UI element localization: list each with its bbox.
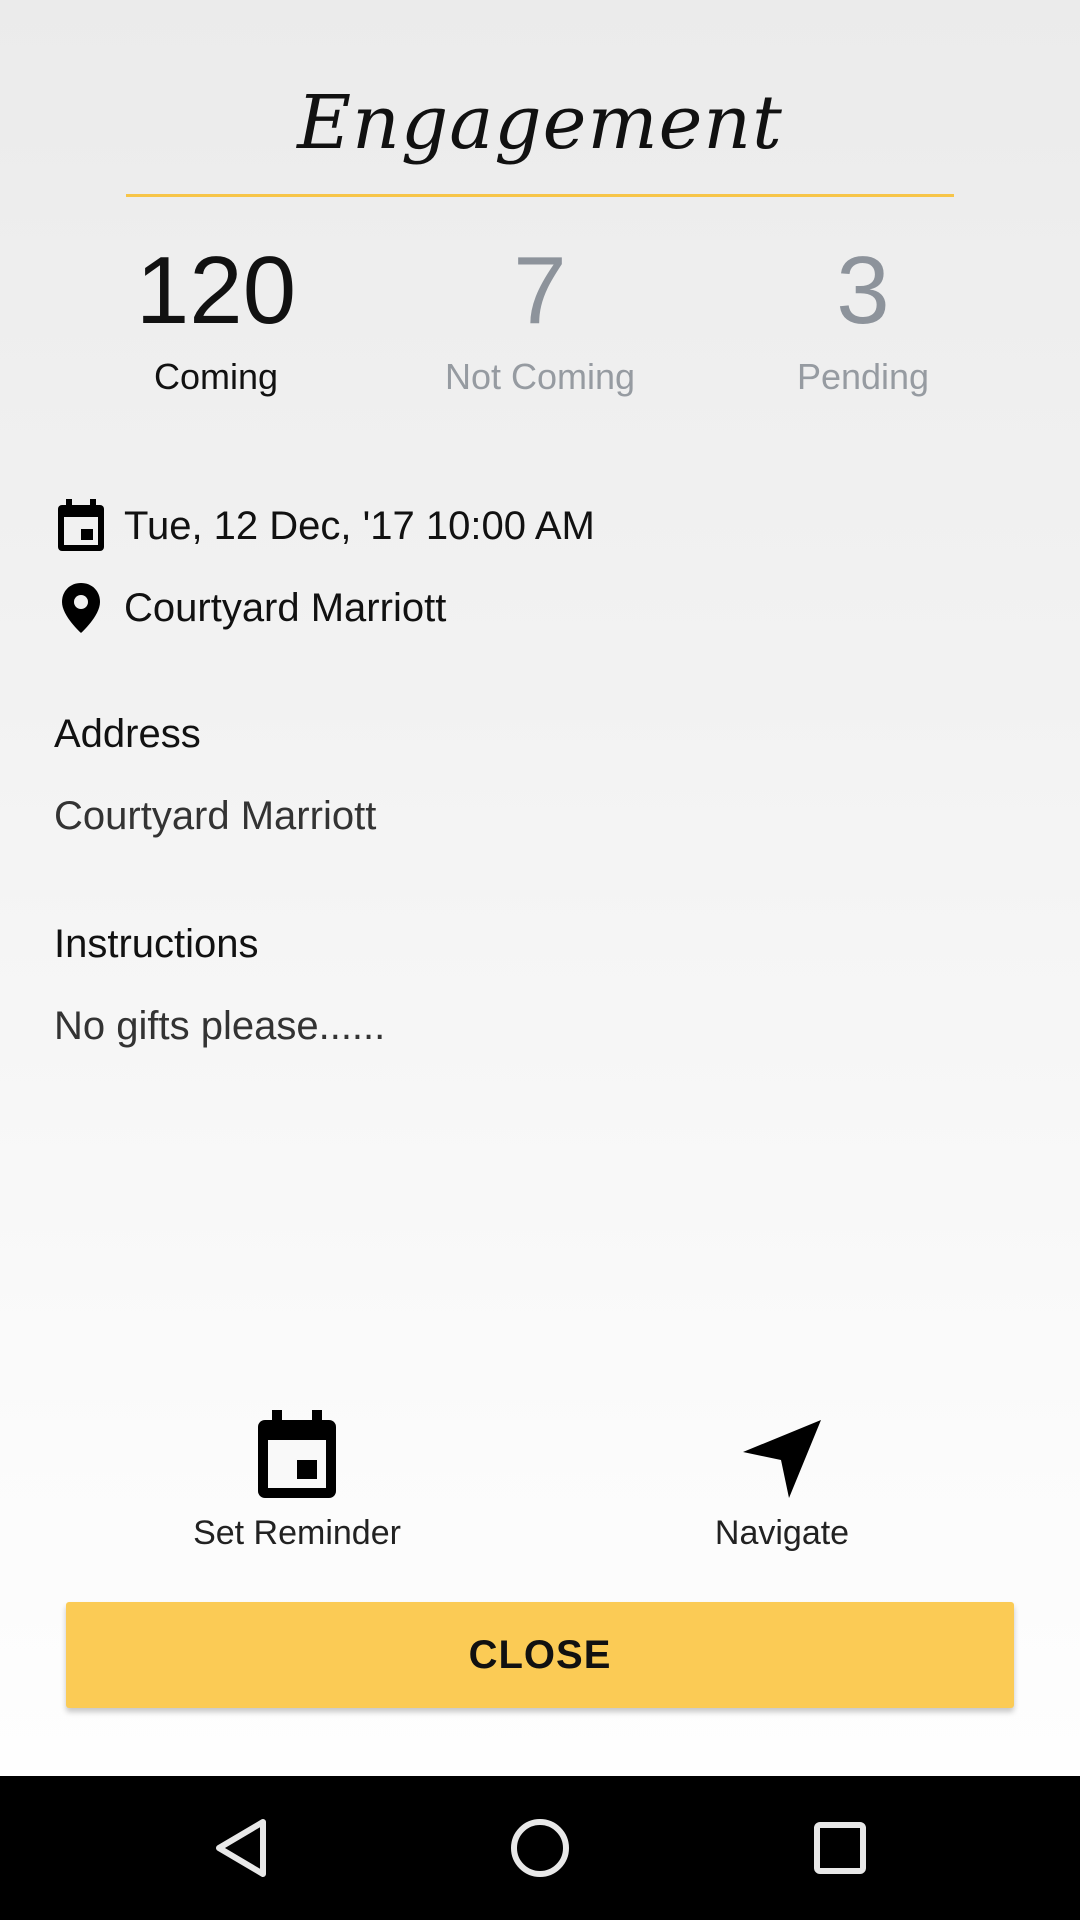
- event-details-screen: Engagement 120 Coming 7 Not Coming 3 Pen…: [0, 0, 1080, 1776]
- home-circle-icon[interactable]: [500, 1808, 580, 1888]
- recents-square-icon[interactable]: [800, 1808, 880, 1888]
- calendar-icon: [54, 499, 108, 553]
- title-divider: [126, 194, 954, 197]
- address-value: Courtyard Marriott: [54, 794, 377, 838]
- event-datetime-row: Tue, 12 Dec, '17 10:00 AM: [54, 496, 595, 556]
- instructions-value: No gifts please......: [54, 1004, 386, 1048]
- set-reminder-label: Set Reminder: [193, 1514, 401, 1552]
- stat-pending-label: Pending: [796, 356, 930, 397]
- event-venue: Courtyard Marriott: [124, 585, 447, 630]
- location-pin-icon: [54, 581, 108, 635]
- close-button[interactable]: CLOSE: [66, 1602, 1014, 1708]
- back-triangle-icon[interactable]: [201, 1808, 281, 1888]
- event-venue-row: Courtyard Marriott: [54, 578, 446, 638]
- navigation-arrow-icon: [622, 1400, 942, 1500]
- stat-coming-label: Coming: [153, 356, 279, 397]
- system-nav-bar: [0, 1776, 1080, 1920]
- event-datetime: Tue, 12 Dec, '17 10:00 AM: [124, 503, 595, 548]
- stat-not-coming-label: Not Coming: [444, 356, 636, 397]
- calendar-icon: [137, 1400, 457, 1500]
- stat-coming[interactable]: 120 Coming: [56, 236, 376, 398]
- set-reminder-button[interactable]: Set Reminder: [137, 1400, 457, 1553]
- navigate-button[interactable]: Navigate: [622, 1400, 942, 1553]
- stat-not-coming-count: 7: [513, 237, 567, 344]
- stat-pending[interactable]: 3 Pending: [703, 236, 1023, 398]
- address-heading: Address: [54, 712, 201, 756]
- stat-not-coming[interactable]: 7 Not Coming: [380, 236, 700, 398]
- stat-pending-count: 3: [836, 237, 890, 344]
- navigate-label: Navigate: [714, 1514, 850, 1552]
- instructions-heading: Instructions: [54, 922, 259, 966]
- event-title: Engagement: [297, 80, 783, 166]
- stat-coming-count: 120: [135, 237, 297, 344]
